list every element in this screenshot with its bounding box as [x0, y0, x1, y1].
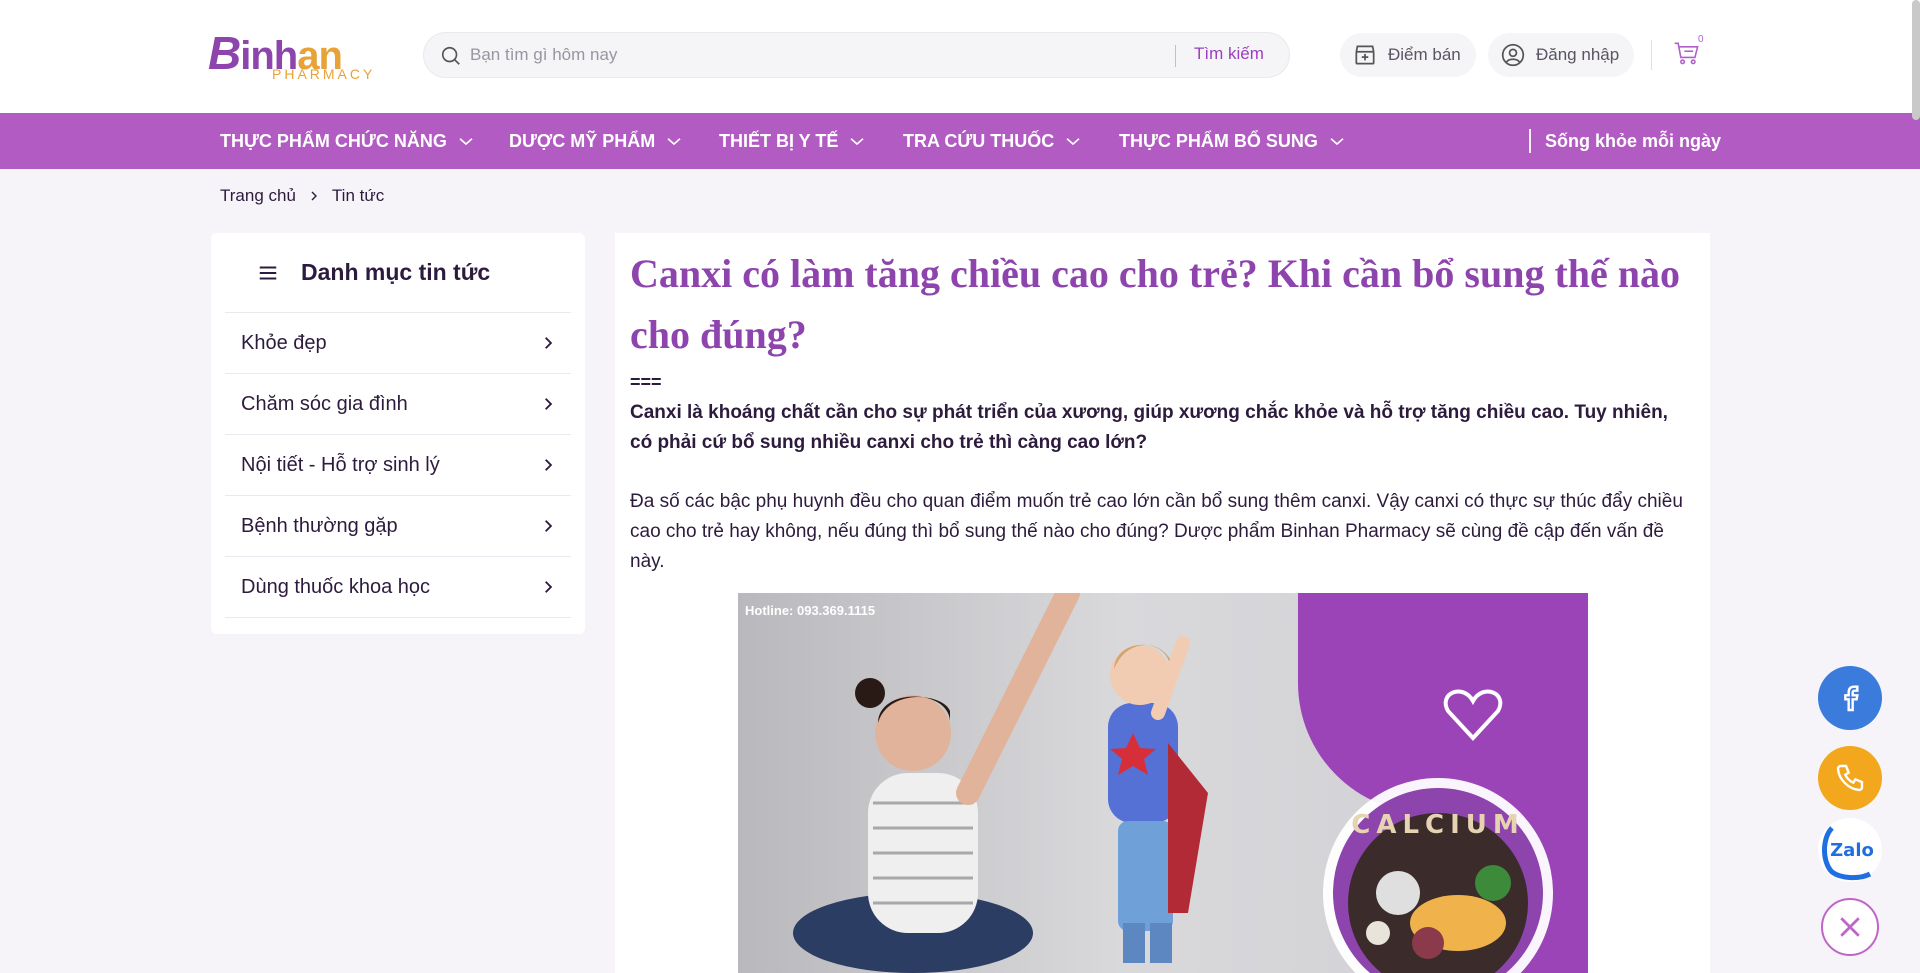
chevron-right-icon — [545, 520, 553, 532]
sidebar-item-label: Khỏe đẹp — [241, 331, 327, 354]
search-input[interactable] — [470, 33, 1170, 77]
sidebar-item-khoe-dep[interactable]: Khỏe đẹp — [225, 313, 571, 374]
sidebar-item-label: Bệnh thường gặp — [241, 514, 398, 537]
image-illustration: CALCIUM — [793, 593, 1553, 973]
store-icon — [1355, 45, 1375, 65]
close-float-button[interactable] — [1821, 898, 1879, 956]
sidebar-item-label: Dùng thuốc khoa học — [241, 575, 431, 598]
article: Canxi có làm tăng chiều cao cho trẻ? Khi… — [615, 233, 1710, 973]
search-button[interactable]: Tìm kiếm — [1194, 44, 1264, 64]
article-body: Đa số các bậc phụ huynh đều cho quan điể… — [630, 491, 1683, 572]
nav-item-tra-cuu-thuoc[interactable]: TRA CỨU THUỐC — [903, 113, 1082, 169]
login-button[interactable]: Đăng nhập — [1488, 33, 1634, 77]
chevron-down-icon — [1066, 138, 1080, 146]
sidebar-item-label: Chăm sóc gia đình — [241, 392, 408, 415]
menu-icon — [259, 265, 277, 280]
facebook-button[interactable] — [1818, 666, 1882, 730]
svg-text:CALCIUM: CALCIUM — [1351, 810, 1525, 840]
nav-item-label: THIẾT BỊ Y TẾ — [719, 130, 839, 151]
sidebar-title: Danh mục tin tức — [301, 259, 491, 285]
breadcrumb-current: Tin tức — [331, 186, 385, 205]
cart-button[interactable]: 0 — [1672, 34, 1706, 72]
nav-divider — [1529, 129, 1531, 153]
chevron-right-icon — [545, 459, 553, 471]
chevron-down-icon — [850, 138, 864, 146]
breadcrumb-home[interactable]: Trang chủ — [220, 186, 296, 206]
breadcrumb: Trang chủ Tin tức — [220, 185, 384, 207]
article-title: Canxi có làm tăng chiều cao cho trẻ? Khi… — [630, 251, 1681, 357]
cart-count-badge: 0 — [1698, 34, 1704, 45]
sidebar-item-dung-thuoc-khoa-hoc[interactable]: Dùng thuốc khoa học — [225, 557, 571, 618]
main-nav: THỰC PHẨM CHỨC NĂNG DƯỢC MỸ PHẨM THIẾT B… — [0, 113, 1920, 169]
nav-item-label: DƯỢC MỸ PHẨM — [509, 130, 656, 151]
sidebar-item-noi-tiet[interactable]: Nội tiết - Hỗ trợ sinh lý — [225, 435, 571, 496]
chevron-down-icon — [1330, 138, 1344, 146]
top-header: Binhan PHARMACY Tìm kiếm Điểm bán Đăng n… — [0, 0, 1920, 113]
nav-item-thuc-pham-chuc-nang[interactable]: THỰC PHẨM CHỨC NĂNG — [220, 113, 475, 169]
nav-link-song-khoe[interactable]: Sống khỏe mỗi ngày — [1545, 113, 1721, 169]
search-divider — [1175, 45, 1176, 67]
nav-item-thiet-bi-y-te[interactable]: THIẾT BỊ Y TẾ — [719, 113, 866, 169]
nav-item-label: THỰC PHẨM CHỨC NĂNG — [220, 130, 447, 151]
chevron-right-icon — [311, 191, 317, 201]
scrollbar[interactable] — [1912, 0, 1920, 120]
phone-icon — [1836, 764, 1864, 792]
chevron-down-icon — [459, 138, 473, 146]
nav-item-thuc-pham-bo-sung[interactable]: THỰC PHẨM BỔ SUNG — [1119, 113, 1346, 169]
zalo-icon: Zalo — [1822, 826, 1874, 881]
chevron-right-icon — [545, 398, 553, 410]
news-category-sidebar: Danh mục tin tức Khỏe đẹp Chăm sóc gia đ… — [211, 233, 585, 634]
chevron-right-icon — [545, 337, 553, 349]
nav-item-label: TRA CỨU THUỐC — [903, 130, 1055, 151]
article-hero-image: Hotline: 093.369.1115 CALCIUM — [738, 593, 1588, 973]
facebook-icon — [1844, 685, 1859, 712]
header-divider — [1651, 40, 1652, 70]
search-icon — [441, 46, 460, 65]
chevron-down-icon — [667, 138, 681, 146]
close-icon — [1840, 917, 1860, 937]
sidebar-header: Danh mục tin tức — [225, 233, 571, 313]
zalo-button[interactable]: Zalo — [1818, 818, 1882, 882]
sidebar-item-label: Nội tiết - Hỗ trợ sinh lý — [241, 453, 440, 476]
nav-item-duoc-my-pham[interactable]: DƯỢC MỸ PHẨM — [509, 113, 683, 169]
store-locator-button[interactable]: Điểm bán — [1340, 33, 1476, 77]
login-label: Đăng nhập — [1536, 45, 1620, 64]
article-separator: === — [630, 372, 662, 392]
logo[interactable]: Binhan PHARMACY — [208, 26, 378, 86]
logo-subtitle: PHARMACY — [272, 66, 376, 82]
sidebar-item-benh-thuong-gap[interactable]: Bệnh thường gặp — [225, 496, 571, 557]
sidebar-item-cham-soc-gia-dinh[interactable]: Chăm sóc gia đình — [225, 374, 571, 435]
search-bar: Tìm kiếm — [423, 32, 1290, 78]
user-icon — [1501, 43, 1525, 67]
article-lead: Canxi là khoáng chất cần cho sự phát tri… — [630, 402, 1668, 453]
nav-item-label: THỰC PHẨM BỔ SUNG — [1119, 130, 1318, 151]
store-label: Điểm bán — [1388, 45, 1461, 64]
zalo-label: Zalo — [1830, 840, 1874, 861]
chevron-right-icon — [545, 581, 553, 593]
phone-button[interactable] — [1818, 746, 1882, 810]
